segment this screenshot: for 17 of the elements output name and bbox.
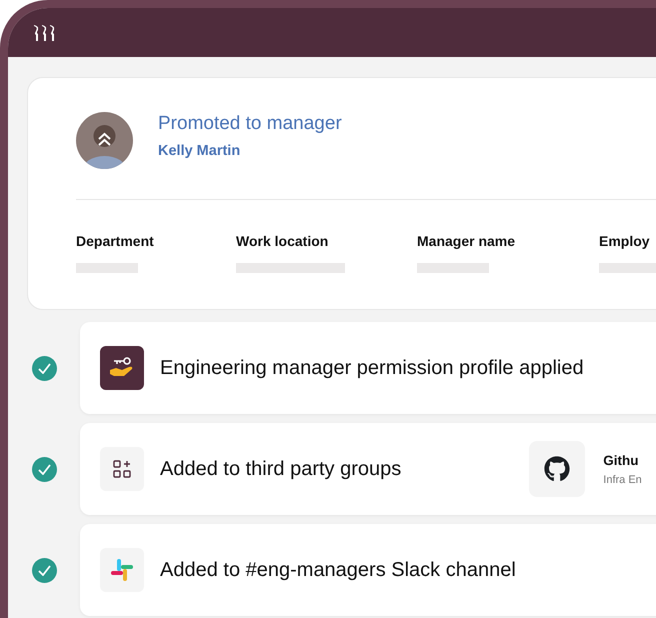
step-text: Engineering manager permission profile applied: [160, 356, 584, 380]
chevron-up-icon: [97, 131, 112, 147]
step-text: Added to #eng-managers Slack channel: [160, 558, 516, 582]
github-icon: [529, 441, 586, 497]
integration-name: Githu: [603, 452, 640, 468]
field-label: Work location: [236, 233, 330, 249]
field-label: Employ: [599, 233, 651, 249]
field-label: Department: [76, 233, 155, 249]
slack-logo-icon: [100, 548, 144, 592]
field-label: Manager name: [417, 233, 516, 249]
step-text: Added to third party groups: [160, 458, 402, 480]
integration-team: Infra En: [603, 474, 642, 486]
grid-plus-icon: [100, 447, 144, 491]
event-title: Promoted to manager: [158, 112, 342, 134]
logo-icon: [33, 24, 55, 40]
employee-name: Kelly Martin: [158, 142, 242, 158]
hand-key-icon: [100, 346, 144, 390]
